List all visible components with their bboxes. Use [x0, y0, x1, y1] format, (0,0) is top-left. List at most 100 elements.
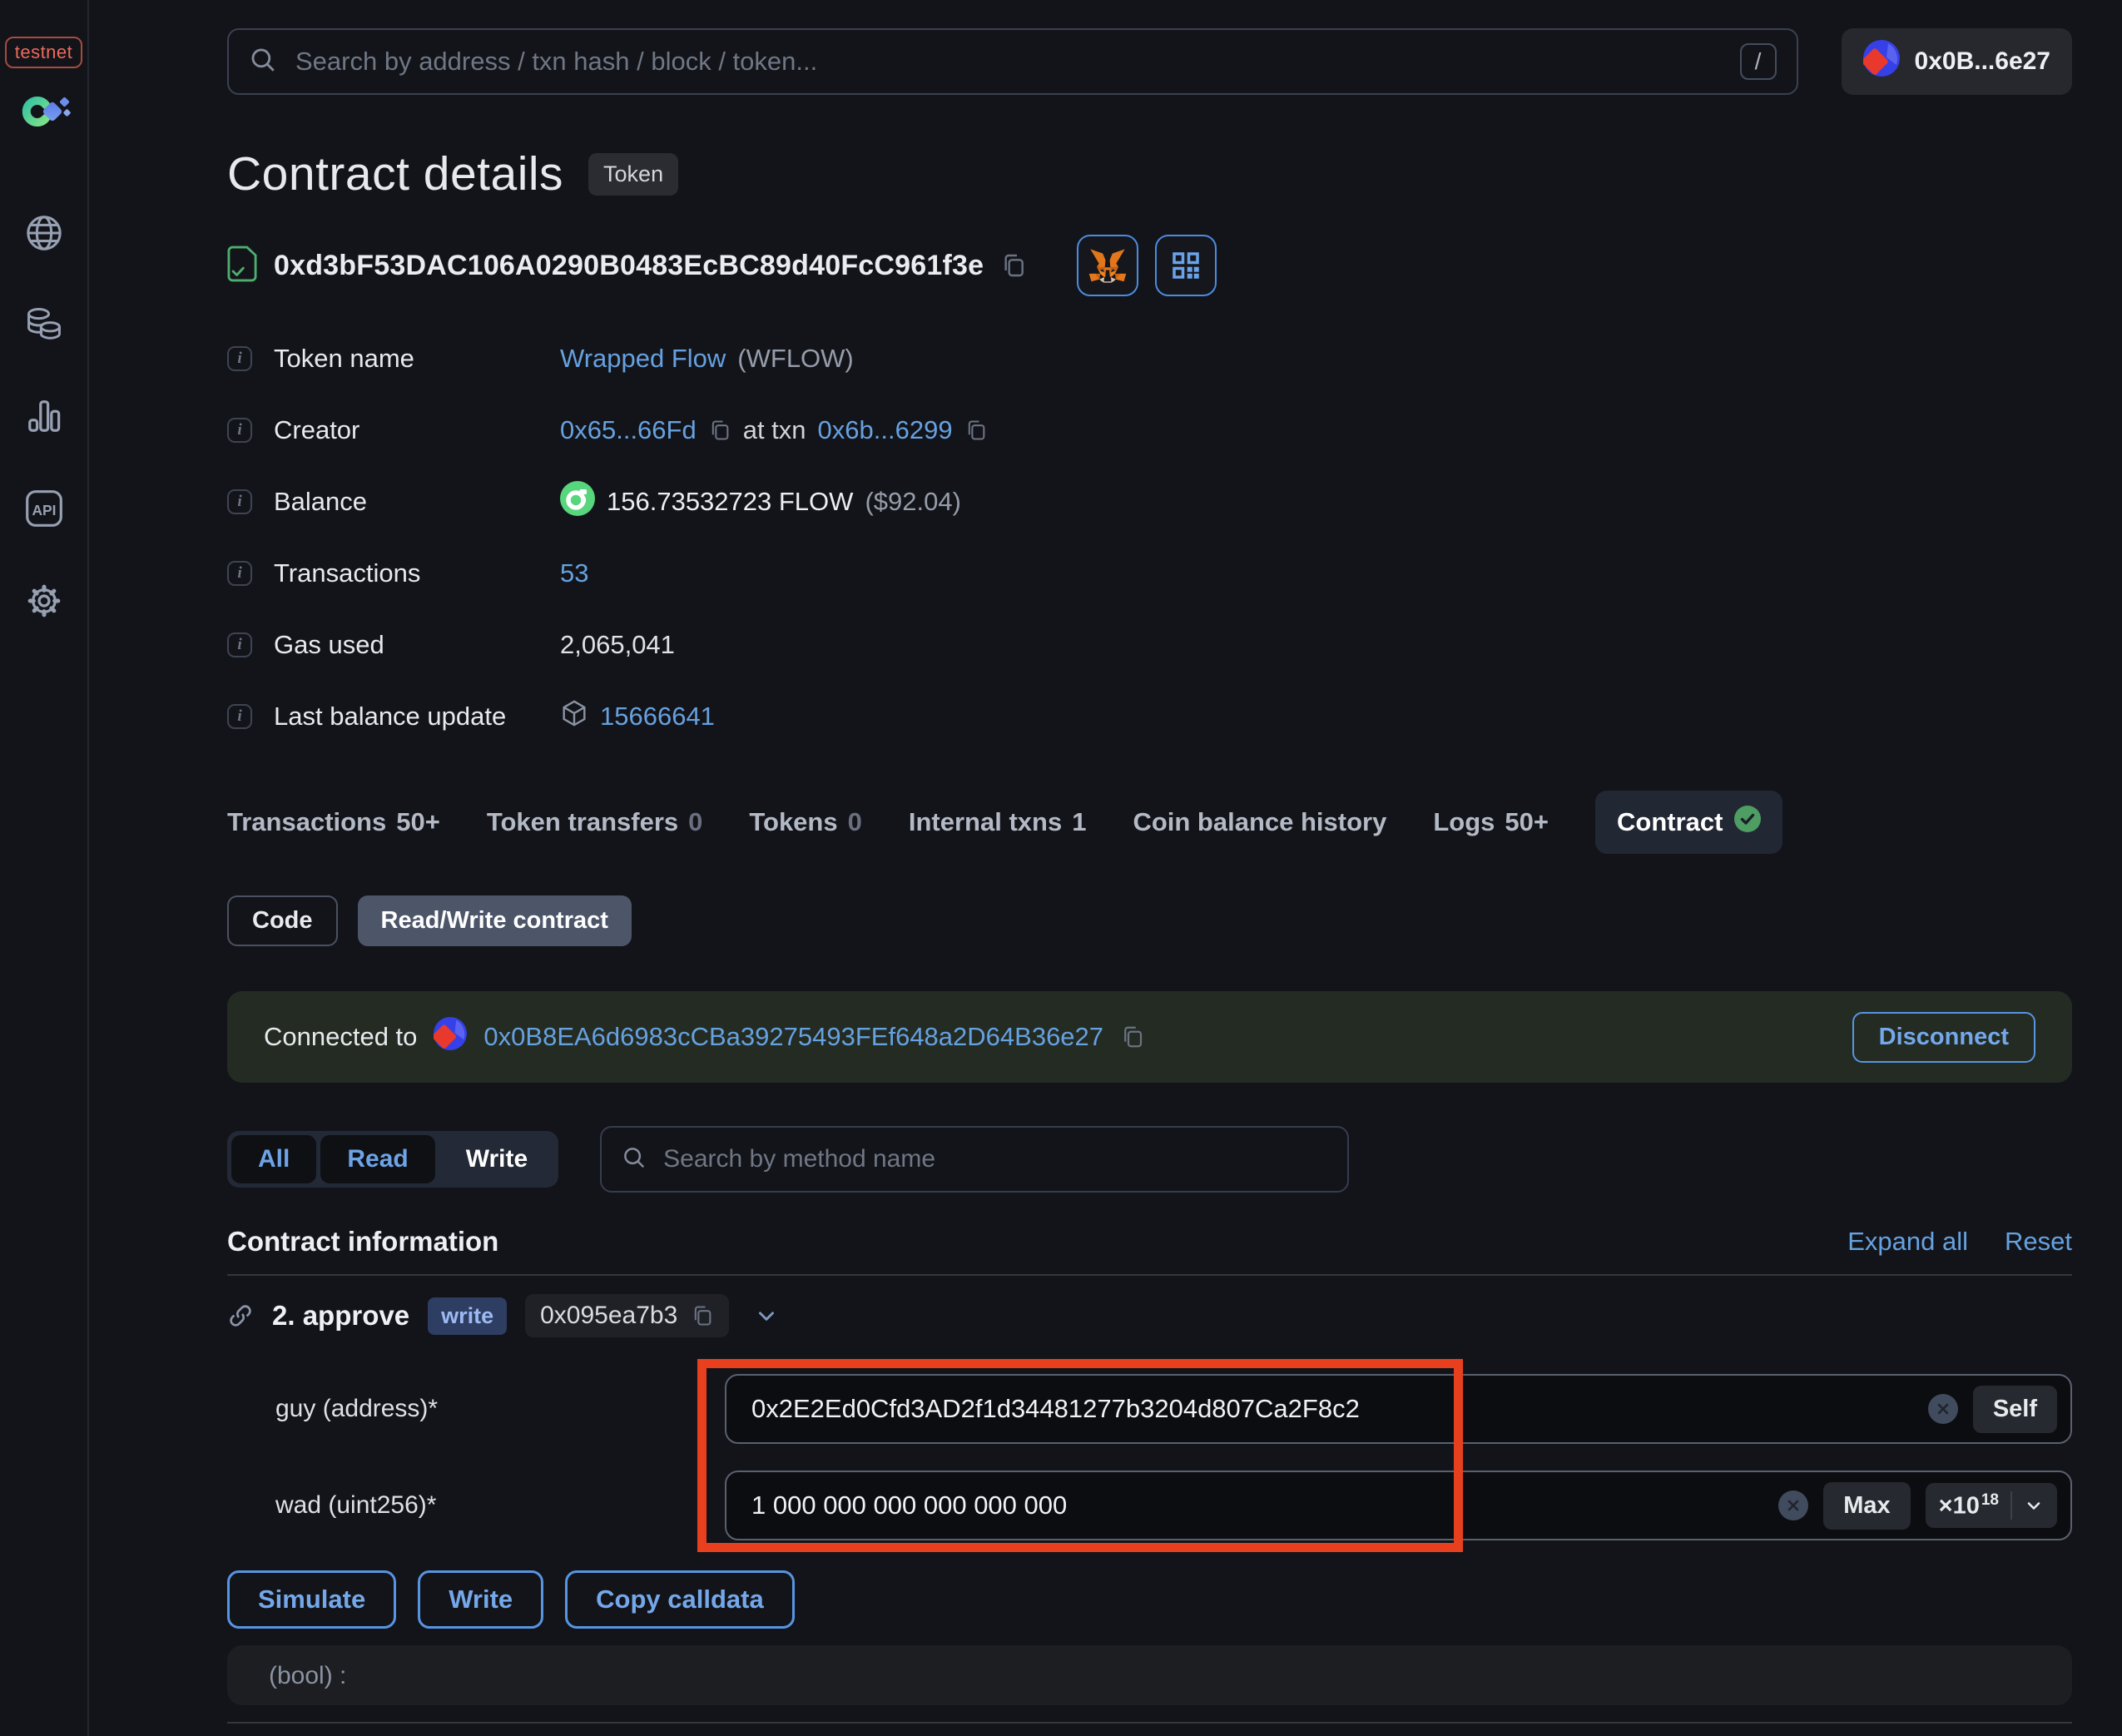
connected-address-link[interactable]: 0x0B8EA6d6983cCBa39275493FEf648a2D64B36e… [483, 1022, 1103, 1052]
chevron-down-icon[interactable] [2024, 1495, 2044, 1515]
info-icon[interactable]: i [227, 346, 252, 371]
param-input-wad[interactable]: Max ×1018 [725, 1471, 2072, 1540]
info-row-balance: i Balance 156.73532723 FLOW ($92.04) [227, 481, 2072, 523]
contract-subtabs: Code Read/Write contract [227, 895, 2072, 946]
contract-address: 0xd3bF53DAC106A0290B0483EcBC89d40FcC961f… [274, 249, 984, 281]
flow-coin-icon [560, 481, 595, 523]
multiplier-dropdown[interactable]: ×10 18 [1925, 1482, 2057, 1529]
page-header: Contract details Token [227, 146, 2072, 201]
clear-wad-icon[interactable] [1778, 1490, 1809, 1520]
collapse-chevron-icon[interactable] [754, 1303, 779, 1328]
info-row-transactions: i Transactions 53 [227, 554, 2072, 593]
wallet-account-chip[interactable]: 0x0B...6e27 [1841, 28, 2072, 95]
gas-used-value: 2,065,041 [560, 630, 675, 659]
param-label-wad: wad (uint256)* [275, 1491, 437, 1519]
method-approve-header[interactable]: 2. approve write 0x095ea7b3 [227, 1294, 2072, 1337]
copy-selector-icon[interactable] [691, 1304, 714, 1327]
avatar [1861, 40, 1900, 83]
separator [2010, 1491, 2012, 1520]
filter-read[interactable]: Read [320, 1135, 435, 1183]
param-input-guy[interactable]: Self [725, 1374, 2072, 1444]
verified-check-icon [1734, 806, 1762, 839]
info-icon[interactable]: i [227, 704, 252, 729]
blockchain-globe-icon[interactable] [25, 214, 63, 252]
tab-transactions[interactable]: Transactions 50+ [227, 807, 440, 837]
network-badge: testnet [4, 37, 83, 68]
token-name-link[interactable]: Wrapped Flow [560, 344, 726, 374]
wad-amount-input[interactable] [750, 1490, 1764, 1521]
tab-token-transfers[interactable]: Token transfers 0 [487, 807, 703, 837]
reset-link[interactable]: Reset [2005, 1227, 2072, 1257]
contract-info-table: i Token name Wrapped Flow (WFLOW) i Crea… [227, 340, 2072, 736]
app-logo[interactable] [17, 93, 71, 134]
info-row-token-name: i Token name Wrapped Flow (WFLOW) [227, 340, 2072, 378]
method-selector-chip: 0x095ea7b3 [525, 1294, 730, 1337]
transactions-count-link[interactable]: 53 [560, 558, 588, 588]
tab-internal-txns[interactable]: Internal txns 1 [909, 807, 1087, 837]
info-icon[interactable]: i [227, 632, 252, 657]
info-icon[interactable]: i [227, 418, 252, 443]
method-search[interactable] [600, 1126, 1350, 1193]
link-chain-icon[interactable] [227, 1302, 254, 1329]
page-title: Contract details [227, 147, 564, 201]
search-icon [249, 46, 277, 78]
copy-connected-address-icon[interactable] [1120, 1024, 1145, 1049]
tokens-icon[interactable] [24, 305, 64, 344]
creation-txn-link[interactable]: 0x6b...6299 [818, 415, 953, 445]
global-search-input[interactable] [294, 46, 1723, 77]
write-button[interactable]: Write [418, 1570, 544, 1629]
sidebar: testnet API [0, 0, 89, 1736]
block-cube-icon [560, 699, 588, 734]
wallet-address-short: 0x0B...6e27 [1914, 47, 2050, 75]
divider [227, 1274, 2072, 1276]
filter-write[interactable]: Write [439, 1135, 554, 1183]
info-row-last-balance-update: i Last balance update 15666641 [227, 697, 2072, 736]
app-root: testnet API Search by address / txn hash… [0, 0, 2122, 1736]
copy-creator-icon[interactable] [708, 419, 731, 442]
tab-logs[interactable]: Logs 50+ [1433, 807, 1549, 837]
method-search-input[interactable] [662, 1144, 1328, 1174]
api-icon[interactable]: API [24, 489, 64, 528]
self-button[interactable]: Self [1972, 1385, 2057, 1433]
verified-contract-icon [227, 246, 257, 286]
disconnect-button[interactable]: Disconnect [1852, 1011, 2035, 1063]
code-tab-button[interactable]: Code [227, 895, 338, 946]
tab-tokens[interactable]: Tokens 0 [749, 807, 861, 837]
connected-label: Connected to [264, 1022, 418, 1051]
main-content: / 0x0B...6e27 Contract details Token [89, 0, 2122, 1736]
max-button[interactable]: Max [1823, 1481, 1911, 1530]
last-block-link[interactable]: 15666641 [600, 702, 715, 732]
clear-guy-icon[interactable] [1927, 1394, 1958, 1424]
copy-txn-icon[interactable] [964, 419, 988, 442]
simulate-button[interactable]: Simulate [227, 1570, 397, 1629]
info-row-creator: i Creator 0x65...66Fd at txn 0x6b...6299 [227, 411, 2072, 449]
expand-all-link[interactable]: Expand all [1847, 1227, 1968, 1257]
contract-information-header: Contract information Expand all Reset [227, 1226, 2072, 1257]
method-actions: Simulate Write Copy calldata [227, 1570, 2072, 1629]
add-to-metamask-button[interactable] [1077, 235, 1139, 296]
settings-gear-icon[interactable] [25, 582, 63, 620]
tab-contract[interactable]: Contract [1595, 791, 1783, 854]
qr-code-button[interactable] [1155, 235, 1217, 296]
info-icon[interactable]: i [227, 561, 252, 586]
method-filter-row: All Read Write [227, 1126, 2072, 1193]
tab-coin-balance-history[interactable]: Coin balance history [1133, 807, 1386, 837]
guy-address-input[interactable] [750, 1393, 1913, 1425]
copy-calldata-button[interactable]: Copy calldata [565, 1570, 795, 1629]
copy-address-icon[interactable] [1000, 252, 1027, 279]
info-icon[interactable]: i [227, 489, 252, 514]
global-search[interactable]: / [227, 28, 1798, 95]
section-title: Contract information [227, 1226, 499, 1257]
token-symbol: (WFLOW) [737, 344, 854, 373]
read-write-contract-tab-button[interactable]: Read/Write contract [357, 895, 632, 946]
contract-type-badge: Token [588, 152, 679, 196]
creator-address-link[interactable]: 0x65...66Fd [560, 415, 697, 445]
filter-all[interactable]: All [231, 1135, 317, 1183]
info-row-gas-used: i Gas used 2,065,041 [227, 626, 2072, 664]
connected-wallet-banner: Connected to 0x0B8EA6d6983cCBa39275493FE… [227, 991, 2072, 1083]
search-icon [622, 1145, 647, 1174]
contract-address-row: 0xd3bF53DAC106A0290B0483EcBC89d40FcC961f… [227, 235, 2072, 296]
tab-bar: Transactions 50+ Token transfers 0 Tokens 0… [227, 791, 2072, 854]
method-output-box: (bool) : [227, 1645, 2072, 1705]
stats-icon[interactable] [25, 397, 63, 435]
